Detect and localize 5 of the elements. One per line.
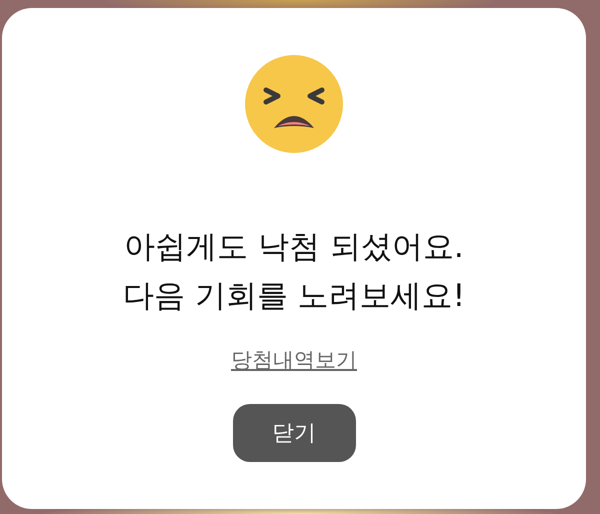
- message-text: 아쉽게도 낙첨 되셨어요.: [124, 228, 464, 267]
- message-text: 다음 기회를 노려보세요!: [122, 277, 466, 316]
- win-history-link[interactable]: 당첨내역보기: [231, 346, 357, 374]
- close-button[interactable]: 닫기: [232, 404, 356, 462]
- tired-face-icon: [244, 54, 344, 154]
